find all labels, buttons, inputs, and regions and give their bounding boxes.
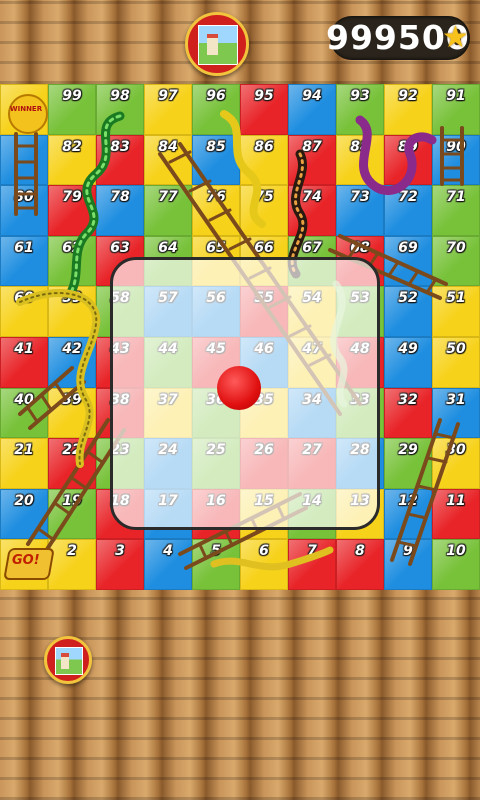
- ladder-right-lower: [390, 418, 460, 566]
- opponent-avatar-icon[interactable]: [185, 12, 249, 76]
- winner-badge: [8, 94, 48, 134]
- go-label: GO!: [12, 553, 40, 568]
- ladder-left-lower: [18, 366, 86, 430]
- bottom-area: [0, 590, 480, 800]
- ladder-right-top: [440, 126, 464, 186]
- snake-bottom-yellow: [210, 546, 334, 571]
- dice-pip: [217, 366, 261, 410]
- winner-label: WINNER: [9, 105, 43, 113]
- player-avatar-icon[interactable]: [44, 636, 92, 684]
- snake-purple: [355, 115, 437, 195]
- ladder-left-top: [14, 132, 38, 216]
- snake-yellow-top: [220, 110, 266, 228]
- star-icon: ★: [442, 20, 469, 55]
